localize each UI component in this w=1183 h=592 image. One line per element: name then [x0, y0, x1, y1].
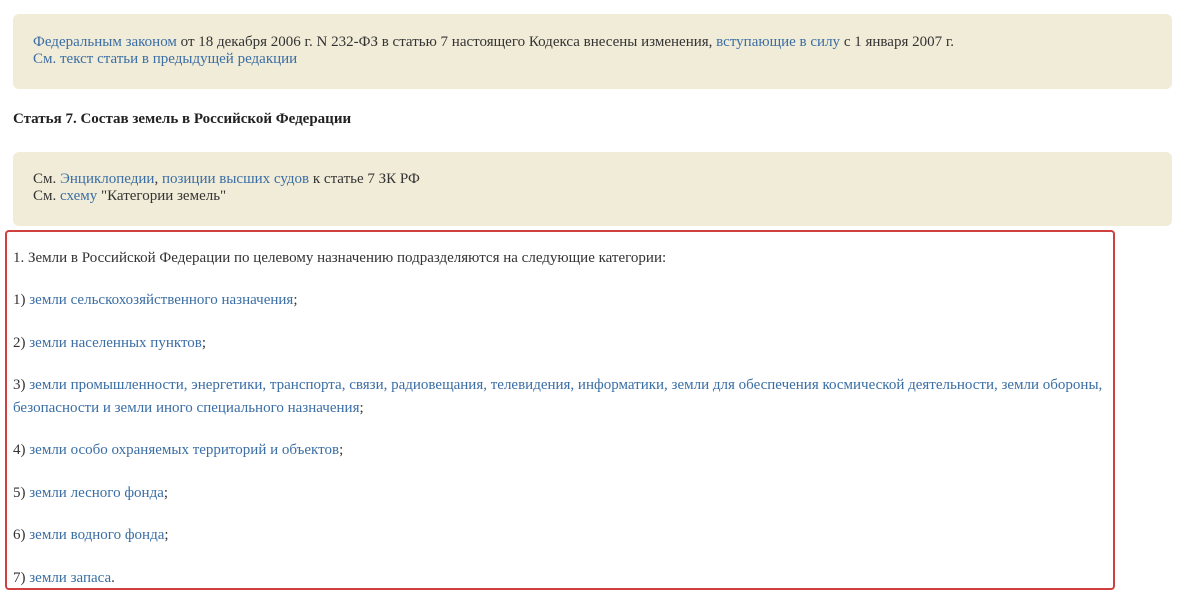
list-item: 1) земли сельскохозяйственного назначени… — [13, 289, 1113, 312]
item-number: 7) — [13, 570, 30, 586]
category-link-reserve[interactable]: земли запаса — [29, 570, 111, 586]
court-positions-link[interactable]: позиции высших судов — [162, 171, 309, 187]
item-number: 6) — [13, 527, 30, 543]
scheme-link[interactable]: схему — [60, 188, 97, 204]
paragraph-intro: 1. Земли в Российской Федерации по целев… — [13, 250, 667, 266]
list-item: 3) земли промышленности, энергетики, тра… — [13, 374, 1113, 420]
category-link-settlements[interactable]: земли населенных пунктов — [29, 335, 202, 351]
effective-date-link[interactable]: вступающие в силу — [716, 34, 840, 50]
separator: , — [154, 171, 162, 187]
see-also-box: См. Энциклопедии, позиции высших судов к… — [13, 152, 1172, 226]
note-text: от 18 декабря 2006 г. N 232-ФЗ в статью … — [176, 34, 717, 50]
list-item: 6) земли водного фонда; — [13, 524, 1113, 547]
item-tail: ; — [164, 527, 169, 543]
item-tail: ; — [293, 292, 298, 308]
editorial-note-box: Федеральным законом от 18 декабря 2006 г… — [13, 14, 1172, 89]
federal-law-link[interactable]: Федеральным законом — [33, 34, 177, 50]
item-number: 5) — [13, 485, 30, 501]
scheme-text: "Категории земель" — [97, 188, 227, 204]
item-tail: ; — [163, 485, 169, 501]
see-prefix-2: См. — [33, 188, 60, 204]
see-also-line-2: См. схему "Категории земель" — [33, 188, 1152, 205]
article-title: Статья 7. Состав земель в Российской Фед… — [13, 111, 352, 127]
see-text: к статье 7 ЗК РФ — [309, 171, 420, 187]
see-prefix: См. — [33, 171, 60, 187]
category-link-water[interactable]: земли водного фонда — [29, 527, 164, 543]
encyclopedia-link[interactable]: Энциклопедии — [60, 171, 154, 187]
category-link-agricultural[interactable]: земли сельскохозяйственного назначения — [29, 292, 293, 308]
list-item: 5) земли лесного фонда; — [13, 482, 1113, 505]
note-line-2: См. текст статьи в предыдущей редакции — [33, 51, 1152, 68]
see-also-line-1: См. Энциклопедии, позиции высших судов к… — [33, 171, 1152, 188]
item-tail: ; — [201, 335, 207, 351]
item-tail: ; — [339, 442, 344, 458]
item-tail: . — [111, 570, 115, 586]
item-tail: ; — [359, 400, 364, 416]
previous-edition-link[interactable]: См. текст статьи в предыдущей редакции — [33, 51, 297, 67]
item-number: 3) — [13, 377, 30, 393]
item-number: 1) — [13, 292, 30, 308]
item-number: 2) — [13, 335, 30, 351]
list-item: 2) земли населенных пунктов; — [13, 332, 1113, 355]
category-link-industry[interactable]: земли промышленности, энергетики, трансп… — [13, 377, 1102, 416]
page: Федеральным законом от 18 декабря 2006 г… — [0, 0, 1183, 592]
note-text-end: с 1 января 2007 г. — [840, 34, 955, 50]
category-link-forest[interactable]: земли лесного фонда — [29, 485, 164, 501]
category-link-protected[interactable]: земли особо охраняемых территорий и объе… — [29, 442, 339, 458]
list-item: 7) земли запаса. — [13, 567, 1113, 590]
item-number: 4) — [13, 442, 30, 458]
list-item: 4) земли особо охраняемых территорий и о… — [13, 439, 1113, 462]
note-line-1: Федеральным законом от 18 декабря 2006 г… — [33, 34, 1152, 51]
